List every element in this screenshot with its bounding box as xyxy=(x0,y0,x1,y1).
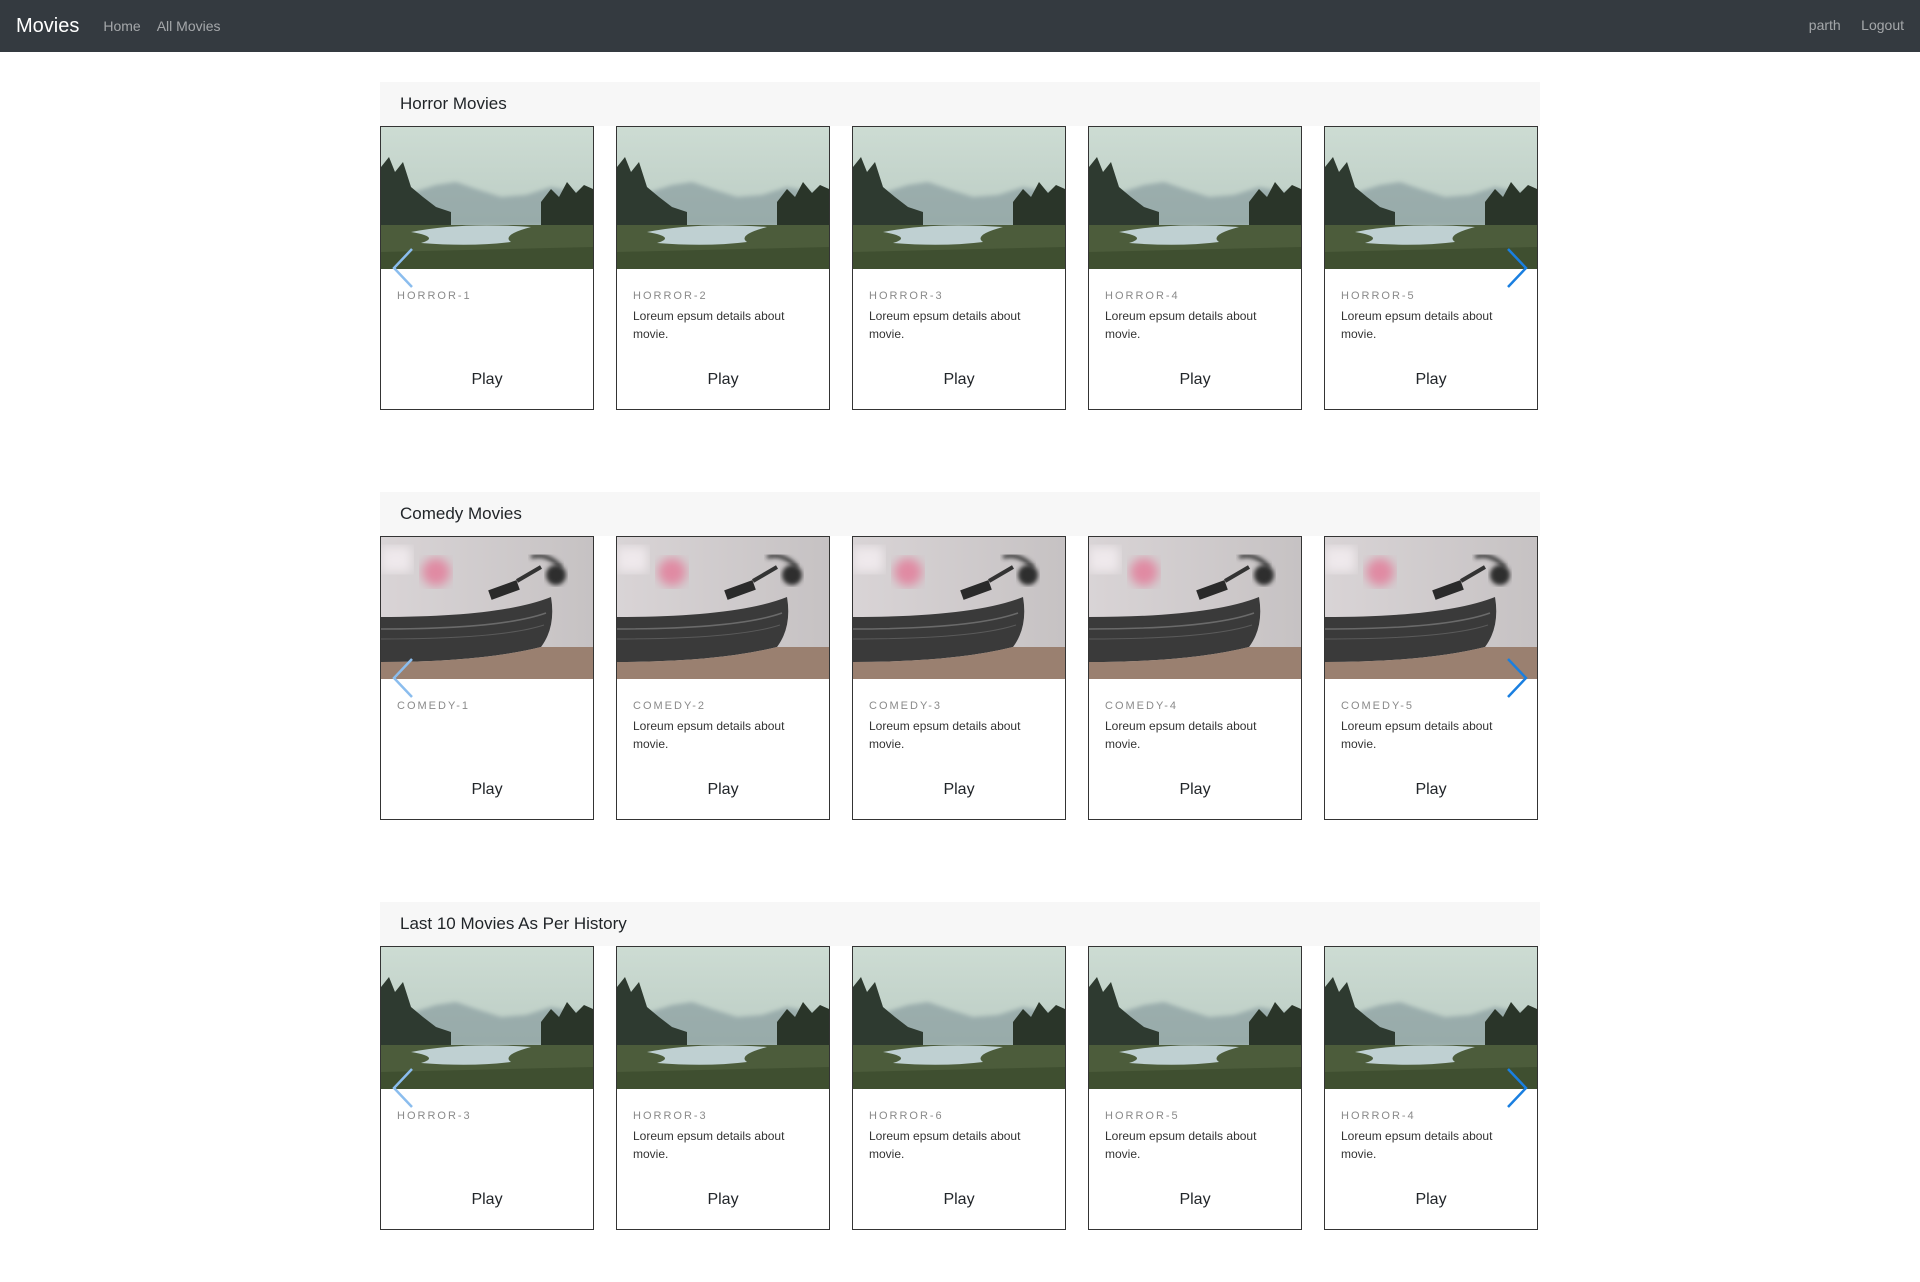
movie-card: COMEDY-3 Loreum epsum details about movie… xyxy=(852,536,1066,820)
movie-card: HORROR-5 Loreum epsum details about movie… xyxy=(1088,946,1302,1230)
movie-description: Loreum epsum details about movie. xyxy=(1341,309,1493,341)
brand-link[interactable]: Movies xyxy=(16,15,79,38)
play-button[interactable]: Play xyxy=(617,1191,829,1209)
movie-poster-image xyxy=(853,537,1065,679)
movie-poster-image xyxy=(1089,127,1301,269)
movie-title: HORROR-3 xyxy=(869,290,944,302)
play-button[interactable]: Play xyxy=(381,1191,593,1209)
carousel-prev-arrow-icon[interactable] xyxy=(388,1065,418,1111)
play-button[interactable]: Play xyxy=(853,371,1065,389)
movie-description: Loreum epsum details about movie. xyxy=(869,1129,1021,1161)
carousel-prev-arrow-icon[interactable] xyxy=(388,655,418,701)
movie-card: HORROR-3 Loreum epsum details about movie… xyxy=(616,946,830,1230)
play-button[interactable]: Play xyxy=(1089,1191,1301,1209)
movie-section: Last 10 Movies As Per History HORROR-3 Pla… xyxy=(380,902,1540,1230)
play-button[interactable]: Play xyxy=(1325,1191,1537,1209)
carousel-prev-arrow-icon[interactable] xyxy=(388,245,418,291)
movie-description: Loreum epsum details about movie. xyxy=(633,309,785,341)
movie-title: HORROR-6 xyxy=(869,1110,944,1122)
movie-poster-image xyxy=(617,947,829,1089)
movie-description: Loreum epsum details about movie. xyxy=(869,719,1021,751)
movie-section: Comedy Movies COMEDY-1 Play COMEDY-2 Loreum … xyxy=(380,492,1540,820)
movie-description: Loreum epsum details about movie. xyxy=(1105,1129,1257,1161)
play-button[interactable]: Play xyxy=(853,1191,1065,1209)
movie-description: Loreum epsum details about movie. xyxy=(633,1129,785,1161)
movie-card: COMEDY-4 Loreum epsum details about movie… xyxy=(1088,536,1302,820)
nav-logout-link[interactable]: Logout xyxy=(1861,17,1904,33)
movie-title: HORROR-4 xyxy=(1341,1110,1416,1122)
movie-carousel: HORROR-3 Play HORROR-3 Loreum epsum details… xyxy=(380,946,1540,1230)
movie-description: Loreum epsum details about movie. xyxy=(633,719,785,751)
movie-card: HORROR-2 Loreum epsum details about movie… xyxy=(616,126,830,410)
carousel-next-arrow-icon[interactable] xyxy=(1502,245,1532,291)
movie-card: HORROR-3 Loreum epsum details about movie… xyxy=(852,126,1066,410)
nav-link-all-movies[interactable]: All Movies xyxy=(157,18,221,34)
movie-poster-image xyxy=(853,127,1065,269)
nav-link-home[interactable]: Home xyxy=(103,18,140,34)
play-button[interactable]: Play xyxy=(1089,371,1301,389)
play-button[interactable]: Play xyxy=(617,781,829,799)
movie-card: COMEDY-2 Loreum epsum details about movie… xyxy=(616,536,830,820)
movie-title: HORROR-1 xyxy=(397,290,472,302)
nav-right: parth Logout xyxy=(1793,17,1904,35)
movie-poster-image xyxy=(853,947,1065,1089)
movie-title: HORROR-5 xyxy=(1105,1110,1180,1122)
play-button[interactable]: Play xyxy=(1325,781,1537,799)
section-title: Last 10 Movies As Per History xyxy=(380,902,1540,946)
movie-poster-image xyxy=(617,127,829,269)
movie-title: HORROR-2 xyxy=(633,290,708,302)
nav-user-link[interactable]: parth xyxy=(1809,17,1841,33)
movie-title: HORROR-5 xyxy=(1341,290,1416,302)
movie-poster-image xyxy=(617,537,829,679)
movie-title: HORROR-4 xyxy=(1105,290,1180,302)
movie-carousel: HORROR-1 Play HORROR-2 Loreum epsum details… xyxy=(380,126,1540,410)
movie-title: COMEDY-1 xyxy=(397,700,471,712)
movie-title: COMEDY-5 xyxy=(1341,700,1415,712)
play-button[interactable]: Play xyxy=(381,371,593,389)
movie-description: Loreum epsum details about movie. xyxy=(1105,719,1257,751)
section-title: Horror Movies xyxy=(380,82,1540,126)
movie-description: Loreum epsum details about movie. xyxy=(1341,719,1493,751)
play-button[interactable]: Play xyxy=(617,371,829,389)
movie-description: Loreum epsum details about movie. xyxy=(1105,309,1257,341)
play-button[interactable]: Play xyxy=(1089,781,1301,799)
play-button[interactable]: Play xyxy=(853,781,1065,799)
play-button[interactable]: Play xyxy=(381,781,593,799)
play-button[interactable]: Play xyxy=(1325,371,1537,389)
movie-section: Horror Movies HORROR-1 Play HORROR-2 Loreum … xyxy=(380,82,1540,410)
section-title: Comedy Movies xyxy=(380,492,1540,536)
movie-description: Loreum epsum details about movie. xyxy=(1341,1129,1493,1161)
movie-card: HORROR-6 Loreum epsum details about movie… xyxy=(852,946,1066,1230)
navbar: Movies Home All Movies parth Logout xyxy=(0,0,1920,52)
movie-title: COMEDY-2 xyxy=(633,700,707,712)
movie-title: COMEDY-4 xyxy=(1105,700,1179,712)
movie-title: HORROR-3 xyxy=(633,1110,708,1122)
movie-poster-image xyxy=(1089,947,1301,1089)
movie-card: HORROR-4 Loreum epsum details about movie… xyxy=(1088,126,1302,410)
movie-title: COMEDY-3 xyxy=(869,700,943,712)
carousel-next-arrow-icon[interactable] xyxy=(1502,655,1532,701)
movie-carousel: COMEDY-1 Play COMEDY-2 Loreum epsum details… xyxy=(380,536,1540,820)
movie-description: Loreum epsum details about movie. xyxy=(869,309,1021,341)
movie-title: HORROR-3 xyxy=(397,1110,472,1122)
carousel-next-arrow-icon[interactable] xyxy=(1502,1065,1532,1111)
movie-poster-image xyxy=(1089,537,1301,679)
